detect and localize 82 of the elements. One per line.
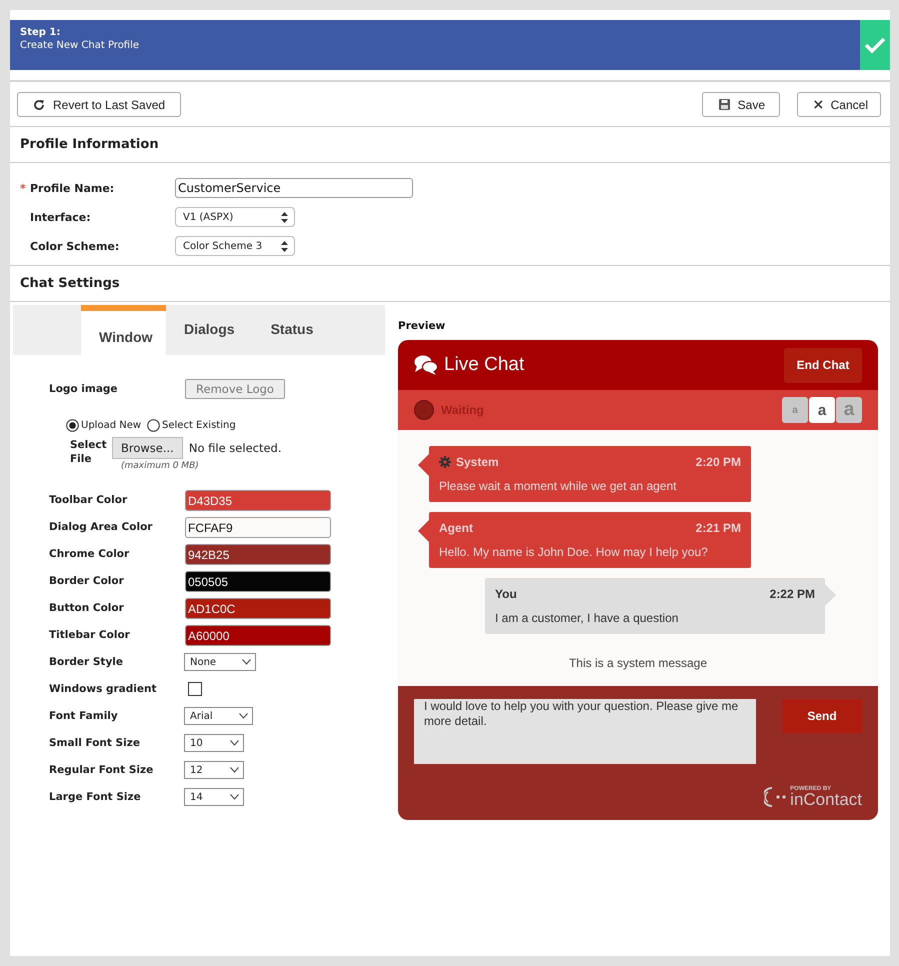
field-label: Regular Font Size <box>49 764 154 776</box>
field-label: Border Style <box>49 656 124 668</box>
field-label: Border Color <box>49 575 125 587</box>
send-button[interactable]: Send <box>782 699 862 733</box>
field-label: Titlebar Color <box>49 629 131 641</box>
cancel-button[interactable]: Cancel <box>797 92 881 117</box>
dropdown[interactable]: Color Scheme 3 <box>175 236 295 256</box>
color-field[interactable]: AD1C0C <box>185 598 331 618</box>
field-label: Toolbar Color <box>49 494 128 506</box>
message-time: 2:20 PM <box>696 455 741 469</box>
color-field[interactable]: FCFAF9 <box>185 516 331 538</box>
message-sender: System <box>456 455 499 469</box>
dropdown[interactable]: V1 (ASPX) <box>175 207 295 227</box>
font-size-button[interactable]: a <box>809 397 835 423</box>
brand-logo-icon <box>764 786 788 808</box>
message-text: Please wait a moment while we get an agent <box>439 479 678 493</box>
message-text: Hello. My name is John Doe. How may I help you? <box>439 545 709 559</box>
tab[interactable]: Dialogs <box>166 305 253 355</box>
field-label: Color Scheme: <box>30 240 120 252</box>
radio-button[interactable]: Select Existing <box>147 419 236 432</box>
radio-icon <box>66 419 79 432</box>
field-label: Windows gradient <box>49 683 158 695</box>
tab[interactable]: Window <box>81 305 166 355</box>
file-status: No file selected. <box>188 441 282 455</box>
field-label: Profile Name: <box>30 182 116 194</box>
section-heading: Chat Settings <box>20 276 120 291</box>
color-field[interactable]: 942B25 <box>185 544 331 564</box>
dropdown[interactable]: 14 <box>184 788 244 806</box>
message-sender: You <box>495 587 517 601</box>
dropdown[interactable]: None <box>184 653 256 671</box>
field-label: Small Font Size <box>49 737 141 749</box>
message-sender: Agent <box>439 521 473 535</box>
chevron-down-icon <box>230 767 239 773</box>
chat-title: Live Chat <box>444 354 524 376</box>
tab[interactable]: Status <box>252 305 332 355</box>
chevron-down-icon <box>230 794 239 800</box>
end-chat-button[interactable]: End Chat <box>784 348 862 382</box>
step-label: Step 1: <box>20 27 62 38</box>
size-hint: (maximum 0 MB) <box>121 461 200 471</box>
radio-icon <box>147 419 160 432</box>
field-label: Interface: <box>30 210 92 224</box>
field-label: Logo image <box>49 383 119 395</box>
refresh-icon <box>33 98 45 110</box>
message-time: 2:21 PM <box>696 521 741 535</box>
chevron-down-icon <box>242 659 252 665</box>
message-text: I am a customer, I have a question <box>495 611 680 625</box>
color-field[interactable]: A60000 <box>185 624 331 646</box>
field-label: Chrome Color <box>49 548 130 560</box>
color-field[interactable]: D43D35 <box>185 490 331 510</box>
field-label: Large Font Size <box>49 791 142 803</box>
field-label: Font Family <box>49 710 119 722</box>
spinner-arrows-icon <box>281 212 288 222</box>
dropdown[interactable]: 12 <box>184 761 244 779</box>
field-label: Dialog Area Color <box>49 521 154 533</box>
section-heading: Profile Information <box>20 137 159 152</box>
status-dot <box>414 400 434 420</box>
message-input[interactable]: I would love to help you with your question. Please give me more detail. <box>414 699 756 764</box>
check-icon <box>864 36 886 54</box>
message-time: 2:22 PM <box>770 587 815 601</box>
radio-button[interactable]: Upload New <box>66 419 142 432</box>
required-asterisk: * <box>20 182 26 194</box>
profile-name-field[interactable]: CustomerService <box>175 178 413 198</box>
checkbox[interactable] <box>188 682 202 696</box>
remove-logo-button[interactable]: Remove Logo <box>185 379 285 399</box>
field-label: Button Color <box>49 602 125 614</box>
dropdown[interactable]: Arial <box>184 707 253 725</box>
spinner-arrows-icon <box>281 240 288 252</box>
close-icon <box>814 99 823 110</box>
chevron-down-icon <box>230 740 239 746</box>
color-field[interactable]: 050505 <box>185 570 331 592</box>
browse-button[interactable]: Browse... <box>112 437 183 459</box>
gear-icon <box>439 456 451 468</box>
chat-bubbles-icon <box>414 355 438 375</box>
save-button[interactable]: Save <box>702 92 780 117</box>
step-title: Create New Chat Profile <box>20 40 140 51</box>
system-message: This is a system message <box>568 656 708 670</box>
chevron-down-icon <box>238 713 248 719</box>
field-label: Select File <box>70 438 108 467</box>
revert-button[interactable]: Revert to Last Saved <box>17 92 182 117</box>
preview-heading: Preview <box>398 320 446 332</box>
brand-name: inContact <box>790 792 862 808</box>
dropdown[interactable]: 10 <box>184 734 244 752</box>
